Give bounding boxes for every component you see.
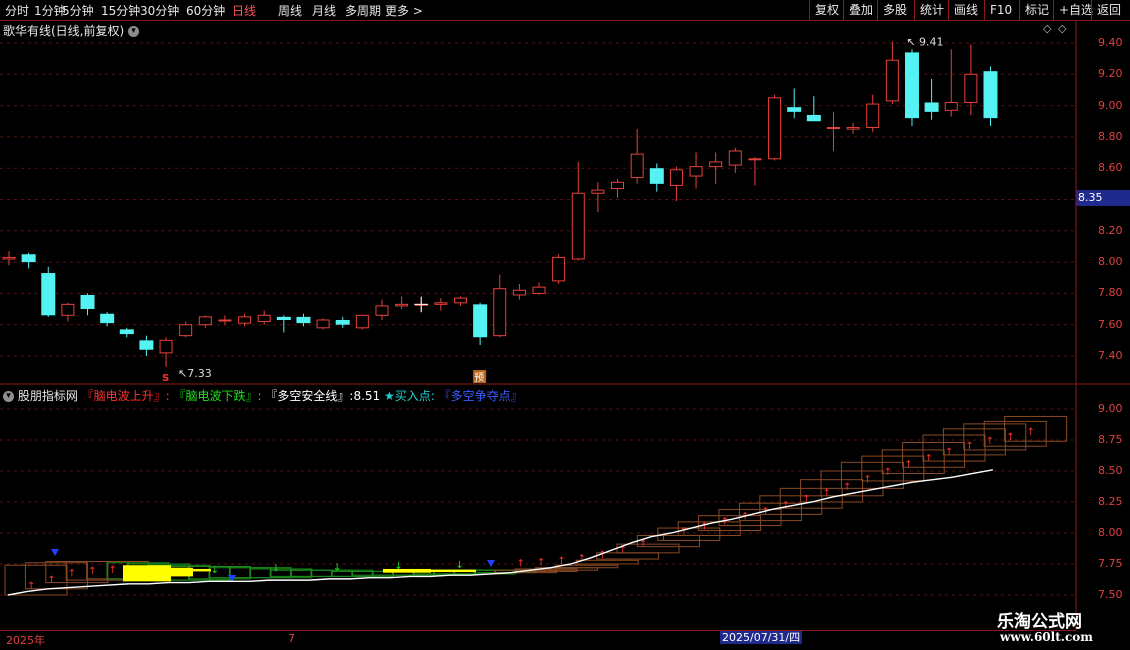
- candle-body-up: [2, 256, 16, 260]
- candle-body-up: [355, 314, 369, 329]
- candle-body-down: [806, 114, 821, 122]
- high-price-label: ↖ 9.41: [906, 35, 943, 48]
- candle-body-down: [139, 340, 154, 350]
- arrow-marker: ↑: [537, 557, 545, 568]
- candle-body-down: [276, 316, 291, 321]
- candle-body-up: [866, 103, 880, 129]
- date-axis: 2025年 7: [0, 630, 1076, 647]
- arrow-marker: ↑: [863, 474, 871, 485]
- candle-body-up: [198, 316, 212, 326]
- candle-body-up: [630, 153, 644, 179]
- candle-body-up: [493, 288, 507, 337]
- fight-zone-bar: [193, 568, 211, 572]
- candle-body-up: [571, 192, 585, 260]
- arrow-marker: ↑: [47, 575, 55, 586]
- candle-body-up: [257, 314, 271, 323]
- watermark-url: www.60lt.com: [1000, 630, 1093, 644]
- candle-body-up: [669, 169, 683, 186]
- candle-body-up: [453, 297, 467, 304]
- arrow-marker: ↑: [109, 565, 117, 576]
- candle-body-down: [473, 304, 488, 338]
- date-month-label: 7: [288, 632, 295, 645]
- candle-body-up: [512, 289, 526, 296]
- candle-body-up: [611, 181, 625, 190]
- candle-body-up: [395, 303, 409, 307]
- low-price-label: ↖7.33: [178, 367, 212, 380]
- buy-triangle-marker: [487, 560, 495, 567]
- arrow-marker: ↑: [88, 566, 96, 577]
- candle-body-down: [119, 329, 134, 335]
- arrow-marker: ↓: [211, 565, 219, 576]
- fight-zone-bar: [431, 569, 476, 573]
- date-cursor-label: 2025/07/31/四: [720, 631, 802, 644]
- candle-body-up: [179, 324, 193, 337]
- candle-body-down: [649, 168, 664, 184]
- candle-body-down: [983, 71, 998, 119]
- brainwave-box: [188, 565, 252, 580]
- candle-body-up: [238, 316, 252, 324]
- candle-body-up: [316, 319, 330, 329]
- arrow-marker: ↑: [884, 467, 892, 478]
- fight-zone-bar: [123, 565, 171, 582]
- candle-body-up: [885, 59, 899, 102]
- arrow-marker: ↑: [68, 569, 76, 580]
- candle-body-up: [944, 101, 958, 111]
- arrow-marker: ↓: [272, 564, 280, 575]
- candle-body-up: [846, 127, 860, 130]
- buy-triangle-marker: [51, 549, 59, 556]
- candle-body-down: [904, 52, 919, 119]
- candle-body-up: [768, 97, 782, 160]
- candle-body-down: [924, 102, 939, 112]
- candle-body-up: [826, 127, 840, 130]
- candle-body-up: [709, 161, 723, 168]
- candle-body-down: [41, 273, 56, 316]
- arrow-marker: ↑: [945, 447, 953, 458]
- candle-body-down: [21, 254, 36, 263]
- candle-body-up: [532, 286, 546, 294]
- s-signal-marker: S: [162, 373, 169, 384]
- arrow-marker: ↑: [986, 436, 994, 447]
- candle-body-down: [296, 316, 311, 324]
- candle-body-up: [375, 305, 389, 316]
- forecast-marker: 预: [474, 372, 484, 384]
- kline-chart[interactable]: ↖ 9.41↖7.33S预↑↑↑↑↑↓↓↓↓↓↓↑↑↑↑↑↑↑↑↑↑↑↑↑↑↑↑…: [0, 0, 1130, 650]
- watermark-name: 乐淘公式网: [997, 612, 1082, 632]
- candle-body-down: [787, 107, 802, 112]
- candle-body-up: [964, 73, 978, 103]
- arrow-marker: ↑: [904, 459, 912, 470]
- arrow-marker: ↑: [1027, 427, 1035, 438]
- fight-zone-bar: [171, 567, 193, 577]
- candle-body-up: [434, 302, 448, 305]
- arrow-marker: ↑: [517, 559, 525, 570]
- candle-body-up: [689, 166, 703, 177]
- candle-body-down: [335, 320, 350, 325]
- fight-zone-bar: [383, 568, 431, 573]
- date-start-label: 2025年: [6, 634, 45, 647]
- arrow-marker: ↑: [843, 482, 851, 493]
- candle-body-up: [218, 319, 232, 322]
- arrow-marker: ↑: [925, 453, 933, 464]
- candle-body-up: [61, 303, 75, 316]
- arrow-marker: ↓: [455, 560, 463, 571]
- candle-body-up: [728, 150, 742, 166]
- candle-body-down: [100, 313, 115, 324]
- candle-body-up: [748, 158, 762, 161]
- candle-body-up: [591, 189, 605, 194]
- candle-body-up: [159, 339, 173, 354]
- candle-body-down: [80, 294, 95, 310]
- candle-body-up: [552, 256, 566, 282]
